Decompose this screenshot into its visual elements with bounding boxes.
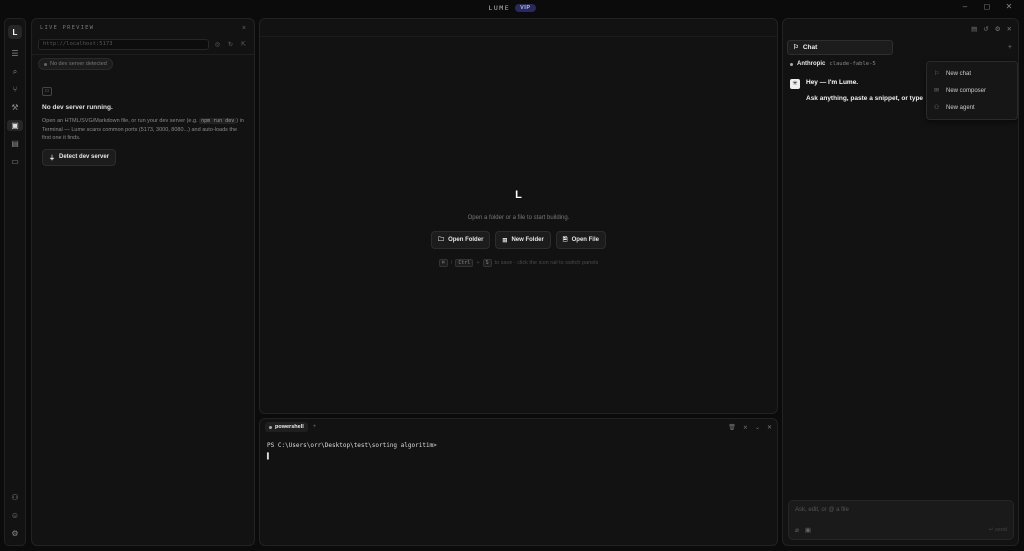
chat-panel: ▤ ↺ ⚙ ✕ ⚐ Chat + Anthropic claude-fable-… <box>782 18 1019 546</box>
welcome-logo: L <box>515 189 522 201</box>
account-icon[interactable]: ☺ <box>7 510 23 521</box>
close-icon[interactable]: ✕ <box>767 424 772 431</box>
provider-name: Anthropic <box>797 61 826 67</box>
welcome-message: Open a folder or a file to start buildin… <box>467 215 570 221</box>
app-logo[interactable]: L <box>8 25 22 39</box>
extensions-icon[interactable]: ⚇ <box>7 492 23 503</box>
terminal-line: PS C:\Users\orr\Desktop\test\sorting alg… <box>267 442 437 449</box>
terminal-tab-powershell[interactable]: powershell <box>265 422 308 432</box>
greeting-prompt: Ask anything, paste a snippet, or type <box>806 95 924 102</box>
terminal-tab-label: powershell <box>275 424 304 430</box>
image-icon[interactable]: ▣ <box>805 526 811 534</box>
refresh-icon[interactable]: ↻ <box>226 41 235 48</box>
image-icon[interactable]: ▤ <box>7 138 23 149</box>
minimize-button[interactable]: – <box>954 2 976 11</box>
live-preview-icon[interactable]: ▣ <box>7 120 23 131</box>
terminal-panel: powershell + 🗑 ⨯ ⌄ ✕ PS C:\Users\orr\Des… <box>259 418 778 546</box>
trash-icon[interactable]: 🗑 <box>728 424 736 431</box>
add-terminal-button[interactable]: + <box>313 424 317 430</box>
open-file-label: Open File <box>571 237 599 243</box>
live-preview-panel: LIVE PREVIEW × http://localhost:5173 ◎ ↻… <box>31 18 255 546</box>
editor-panel: L Open a folder or a file to start build… <box>259 18 778 414</box>
send-button[interactable]: ↵ send <box>989 527 1007 533</box>
terminal-output[interactable]: PS C:\Users\orr\Desktop\test\sorting alg… <box>260 435 777 467</box>
new-folder-icon: ⊞ <box>502 237 508 244</box>
maximize-button[interactable]: ◻ <box>976 2 998 11</box>
empty-state-description: Open an HTML/SVG/Markdown file, or run y… <box>42 118 244 141</box>
app-brand: LUME <box>488 4 511 12</box>
dev-server-status-pill: No dev server detected <box>38 58 113 70</box>
open-external-icon[interactable]: ⇱ <box>239 41 248 48</box>
split-icon[interactable]: ⨯ <box>743 424 748 431</box>
chat-tab-label: Chat <box>802 43 818 51</box>
status-dot-icon <box>44 62 47 66</box>
dev-server-status-text: No dev server detected <box>50 61 107 67</box>
close-icon[interactable]: ✕ <box>1007 25 1012 33</box>
close-icon[interactable]: × <box>242 25 246 32</box>
new-folder-button[interactable]: ⊞ New Folder <box>495 231 551 249</box>
history-icon[interactable]: ↺ <box>983 25 988 33</box>
chat-composer[interactable]: Ask, edit, or @ a file ⌀ ▣ ↵ send <box>788 500 1014 540</box>
menu-item-new-composer[interactable]: ✉ New composer <box>927 82 1017 99</box>
assistant-avatar-icon: ✳ <box>790 79 800 89</box>
settings-gear-icon[interactable]: ⚙ <box>7 528 23 539</box>
live-preview-title: LIVE PREVIEW <box>40 25 95 31</box>
close-window-button[interactable]: ✕ <box>998 2 1020 11</box>
open-folder-button[interactable]: 🗀 Open Folder <box>431 231 491 249</box>
agent-icon: ⚇ <box>934 105 940 111</box>
shortcut-hint-text: to save · click the icon rail to switch … <box>494 260 599 266</box>
tools-icon[interactable]: ⚒ <box>7 102 23 113</box>
editor-tab-bar <box>260 19 777 37</box>
detect-dev-server-button[interactable]: ⏚ Detect dev server <box>42 148 117 166</box>
ctrl-key: Ctrl <box>455 259 474 267</box>
chat-tab[interactable]: ⚐ Chat <box>787 39 893 55</box>
monitor-icon: ▭ <box>42 87 52 96</box>
new-chat-plus-button[interactable]: + <box>1008 44 1012 51</box>
flag-icon: ⚐ <box>793 44 799 51</box>
provider-dot-icon <box>790 62 793 66</box>
inspect-icon[interactable]: ◎ <box>213 41 222 48</box>
menu-icon[interactable]: ☰ <box>7 48 23 59</box>
new-item-dropdown: ⚐ New chat ✉ New composer ⚇ New agent <box>926 61 1018 120</box>
folder-icon: 🗀 <box>438 237 445 243</box>
open-folder-label: Open Folder <box>448 237 484 243</box>
chevron-down-icon[interactable]: ⌄ <box>755 424 760 431</box>
cmd-key: ⌘ <box>438 259 448 267</box>
vip-badge: VIP <box>515 4 536 12</box>
terminal-cursor: ▌ <box>267 453 271 460</box>
open-file-button[interactable]: 🗎 Open File <box>555 231 606 249</box>
empty-state-heading: No dev server running. <box>42 104 113 111</box>
npm-command: npm run dev <box>199 118 237 124</box>
composer-icon: ✉ <box>934 88 940 94</box>
terminal-dot-icon <box>269 425 272 429</box>
window-controls: – ◻ ✕ <box>954 2 1020 11</box>
file-icon: 🗎 <box>562 237 568 243</box>
search-icon[interactable]: ⌕ <box>7 66 23 77</box>
plug-icon: ⏚ <box>49 155 56 162</box>
preview-url-input[interactable]: http://localhost:5173 <box>38 38 209 50</box>
menu-item-new-chat[interactable]: ⚐ New chat <box>927 65 1017 82</box>
attach-icon[interactable]: ⌀ <box>795 526 799 534</box>
chat-icon[interactable]: ▭ <box>7 156 23 167</box>
notes-icon[interactable]: ▤ <box>971 25 977 33</box>
title-bar: LUME VIP – ◻ ✕ <box>0 0 1024 16</box>
composer-input[interactable]: Ask, edit, or @ a file <box>795 507 849 513</box>
greeting-text: Hey — I'm Lume. <box>806 79 859 86</box>
s-key: S <box>482 259 492 267</box>
new-folder-label: New Folder <box>511 237 544 243</box>
settings-icon[interactable]: ⚙ <box>995 25 1001 33</box>
model-name: claude-fable-5 <box>829 61 876 67</box>
icon-rail: L ☰ ⌕ ⑂ ⚒ ▣ ▤ ▭ ⚇ ☺ ⚙ <box>4 18 26 546</box>
flag-icon: ⚐ <box>934 71 940 77</box>
menu-item-new-agent[interactable]: ⚇ New agent <box>927 99 1017 116</box>
source-control-icon[interactable]: ⑂ <box>7 84 23 95</box>
shortcut-hint: ⌘ / Ctrl + S to save · click the icon ra… <box>260 259 777 267</box>
detect-dev-server-label: Detect dev server <box>59 154 110 160</box>
welcome-area: L Open a folder or a file to start build… <box>260 189 777 267</box>
